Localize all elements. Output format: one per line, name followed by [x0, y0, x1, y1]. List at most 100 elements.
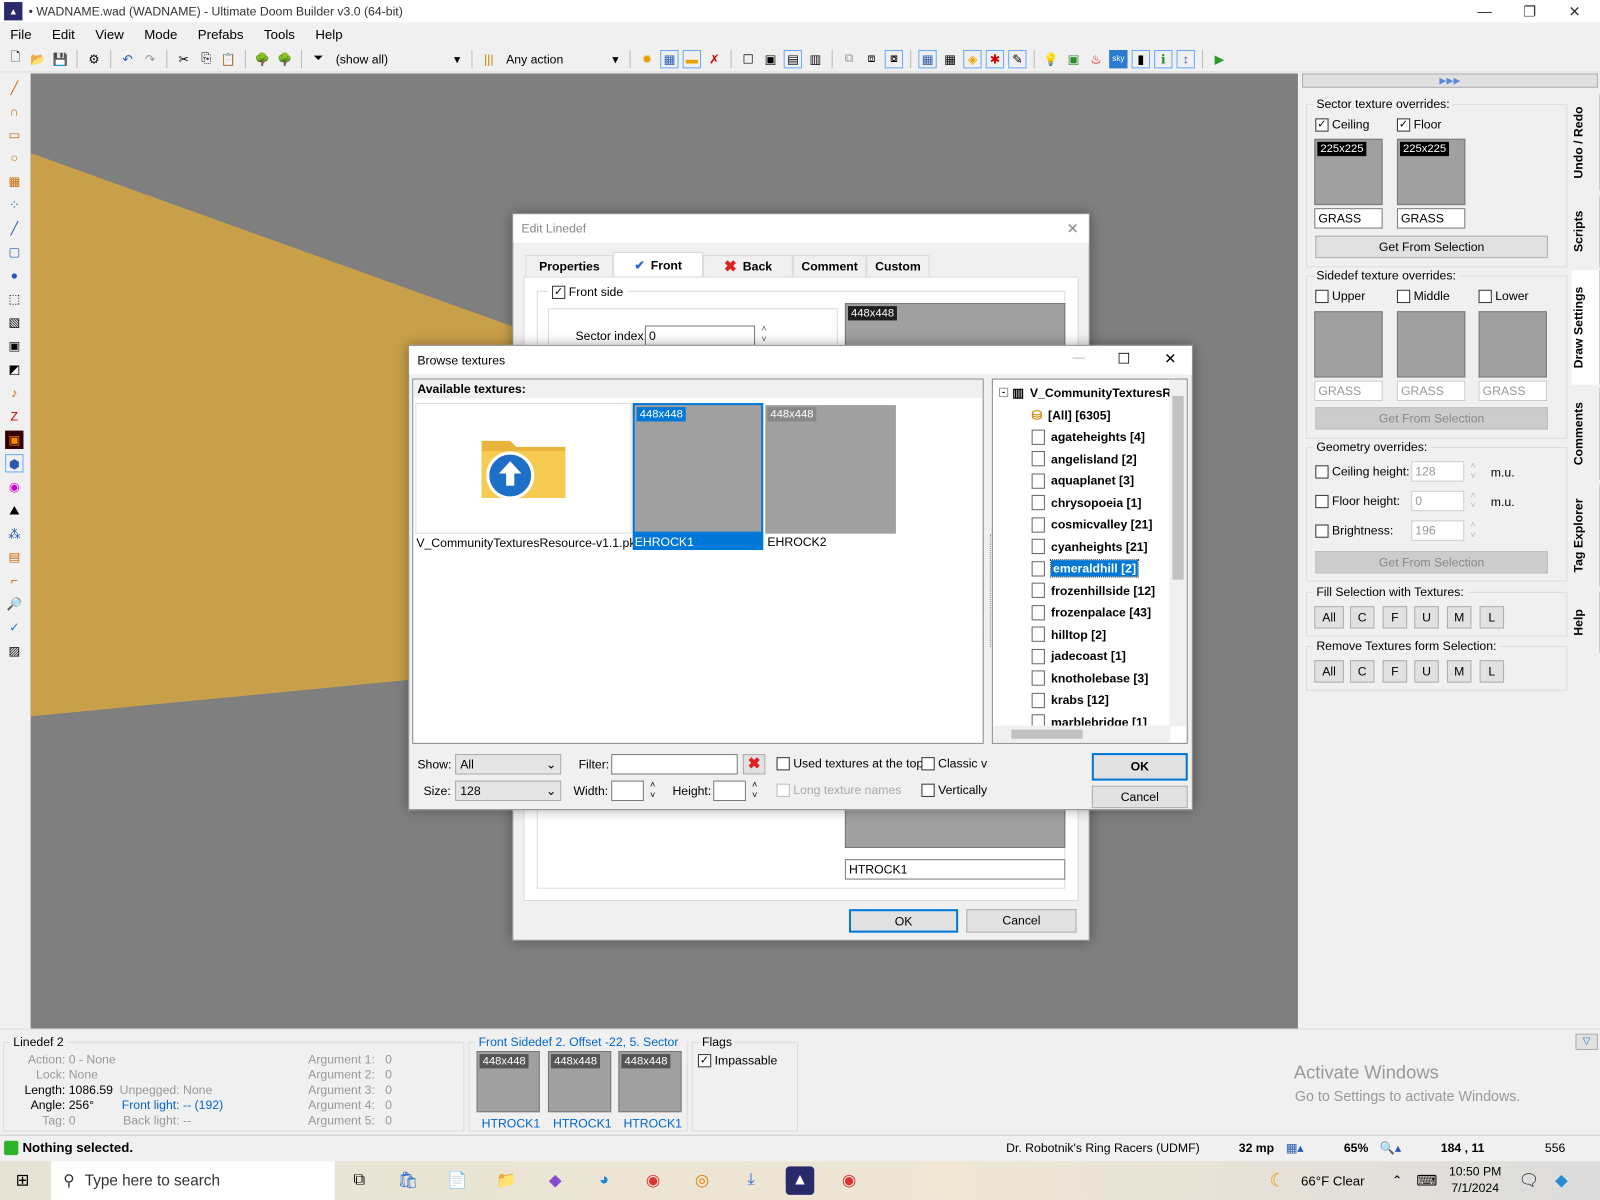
upper-texture-input[interactable]: GRASS	[1314, 380, 1383, 402]
close-button[interactable]: ✕	[1551, 0, 1598, 22]
terrain-icon[interactable]: ⛰	[5, 501, 23, 519]
lower-texture-preview[interactable]	[1478, 311, 1547, 378]
things-filter-icon[interactable]: 🌳	[253, 49, 271, 67]
gradient-icon[interactable]: ◩	[5, 360, 23, 378]
lower-texture-input[interactable]: HTROCK1	[844, 859, 1066, 880]
middle-checkbox[interactable]: Middle	[1396, 289, 1450, 304]
copy-icon[interactable]: ⎘	[197, 49, 215, 67]
tree-item[interactable]: emeraldhill [2]	[1031, 558, 1175, 580]
things-mode-icon[interactable]: ●	[5, 266, 23, 284]
color-picker-icon[interactable]: ◉	[5, 478, 23, 496]
bridge-icon[interactable]: ⁂	[5, 524, 23, 542]
ok-button[interactable]: OK	[848, 909, 959, 933]
collapse-panel-button[interactable]: ▶▶▶	[1302, 73, 1598, 88]
draw-rect-icon[interactable]: ▭	[5, 126, 23, 144]
copilot-tray-icon[interactable]: ◆	[1555, 1170, 1568, 1190]
split-icon[interactable]: ⧇	[884, 49, 904, 68]
sector-preview-icon[interactable]: ▣	[5, 337, 23, 355]
tree-vertical-scrollbar[interactable]	[1169, 379, 1187, 727]
comments-icon[interactable]: ▬	[682, 49, 702, 68]
sound-z-icon[interactable]: Z	[5, 407, 23, 425]
grid-icon[interactable]: ▦	[660, 49, 679, 68]
clear-filter-button[interactable]: ✖	[742, 754, 766, 775]
remove-m-button[interactable]: M	[1446, 660, 1472, 683]
map-options-icon[interactable]: ⚙	[85, 49, 103, 67]
fill-l-button[interactable]: L	[1479, 606, 1505, 629]
join-icon[interactable]: ⧈	[862, 49, 880, 67]
menu-prefabs[interactable]: Prefabs	[188, 27, 254, 42]
show-dropdown[interactable]: All ⌄	[455, 754, 562, 775]
marker-icon[interactable]: ✎	[1008, 49, 1027, 68]
fill-c-button[interactable]: C	[1349, 606, 1375, 629]
tree-item[interactable]: frozenpalace [43]	[1031, 602, 1175, 624]
tree-item[interactable]: angelisland [2]	[1031, 448, 1175, 470]
brightness-input[interactable]: 196	[1411, 520, 1465, 541]
close-button[interactable]: ✕	[1164, 350, 1176, 367]
keyboard-icon[interactable]: ⌨	[1416, 1172, 1437, 1189]
tab-undo-redo[interactable]: Undo / Redo	[1571, 93, 1600, 191]
cancel-button[interactable]: Cancel	[966, 909, 1077, 933]
paste-icon[interactable]: 📋	[219, 49, 237, 67]
model-icon[interactable]: ▣	[1064, 49, 1082, 67]
menu-edit[interactable]: Edit	[42, 27, 85, 42]
ceiling-texture-input[interactable]: GRASS	[1314, 208, 1383, 229]
tab-draw-settings[interactable]: Draw Settings	[1571, 270, 1600, 385]
ceiling-height-input[interactable]: 128	[1411, 461, 1465, 482]
tree-item-all[interactable]: ⛁ [All] [6305]	[1032, 404, 1175, 426]
make-sector-icon[interactable]: ▧	[5, 313, 23, 331]
fill-f-button[interactable]: F	[1382, 606, 1408, 629]
sector-index-input[interactable]: 0	[644, 325, 756, 346]
edit-selection-icon[interactable]: ⬚	[5, 290, 23, 308]
chrome-profile-icon[interactable]: ◉	[835, 1166, 864, 1195]
find-icon[interactable]: 🔎	[5, 595, 23, 613]
zoom-icon[interactable]: 🔍▴	[1380, 1135, 1401, 1162]
test-map-icon[interactable]: ▶	[1210, 49, 1228, 67]
lower-texture-input[interactable]: GRASS	[1478, 380, 1547, 402]
ceiling-texture-preview[interactable]: 225x225	[1314, 138, 1383, 206]
undo-icon[interactable]: ↶	[118, 49, 136, 67]
remove-l-button[interactable]: L	[1479, 660, 1505, 683]
tree-item[interactable]: aquaplanet [3]	[1031, 470, 1175, 492]
view-ceilings-icon[interactable]: ▥	[806, 49, 824, 67]
stairs-icon[interactable]: ▤	[5, 548, 23, 566]
tab-comments[interactable]: Comments	[1571, 387, 1600, 480]
height-icon[interactable]: ↕	[1176, 49, 1195, 68]
tab-help[interactable]: Help	[1571, 591, 1600, 654]
tab-front[interactable]: ✔ Front	[613, 252, 704, 278]
spin-icon[interactable]: ˄ ˅	[1470, 460, 1475, 480]
menu-mode[interactable]: Mode	[134, 27, 188, 42]
fog-icon[interactable]: ♨	[1087, 49, 1105, 67]
ceiling-height-checkbox[interactable]: Ceiling height:	[1315, 464, 1410, 479]
new-map-icon[interactable]: 🗋	[6, 49, 24, 67]
filter-icon[interactable]: ⏷	[309, 49, 327, 67]
size-dropdown[interactable]: 128 ⌄	[455, 780, 562, 802]
spin-icon[interactable]: ˄ ˅	[752, 780, 757, 800]
doom-icon[interactable]: ▣	[5, 430, 24, 449]
vertices-mode-icon[interactable]: ⁘	[5, 196, 23, 214]
tab-tag-explorer[interactable]: Tag Explorer	[1571, 484, 1600, 587]
draw-grid-icon[interactable]: ▦	[5, 172, 23, 190]
get-from-selection-button[interactable]: Get From Selection	[1315, 407, 1548, 430]
menu-view[interactable]: View	[85, 27, 134, 42]
ok-button[interactable]: OK	[1091, 753, 1188, 781]
remove-all-button[interactable]: All	[1314, 660, 1344, 683]
height-input[interactable]	[713, 780, 746, 802]
edge-icon[interactable]: ◕	[590, 1166, 619, 1195]
search-box[interactable]: ⚲ Type here to search	[51, 1161, 335, 1200]
fill-u-button[interactable]: U	[1414, 606, 1439, 629]
file-explorer-icon[interactable]: 📁	[492, 1166, 521, 1195]
tab-back[interactable]: ✖ Back	[703, 255, 793, 278]
dyn-grid-icon[interactable]: ▦	[941, 49, 959, 67]
classic-checkbox[interactable]: Classic v	[921, 756, 987, 771]
spin-icon[interactable]: ˄ ˅	[761, 323, 766, 343]
draw-curve-icon[interactable]: ∩	[5, 102, 23, 120]
doom-builder-icon[interactable]: ▲	[785, 1166, 815, 1195]
visual-mode-icon[interactable]: ⬢	[5, 454, 24, 473]
clock[interactable]: 10:50 PM 7/1/2024	[1449, 1163, 1501, 1196]
used-top-checkbox[interactable]: Used textures at the top	[776, 756, 923, 771]
splitter-handle[interactable]	[982, 534, 991, 647]
spin-icon[interactable]: ˄ ˅	[1470, 490, 1475, 510]
tab-properties[interactable]: Properties	[525, 255, 614, 278]
notepad-icon[interactable]: 📄	[443, 1166, 472, 1195]
middle-texture-preview[interactable]	[1396, 311, 1466, 378]
